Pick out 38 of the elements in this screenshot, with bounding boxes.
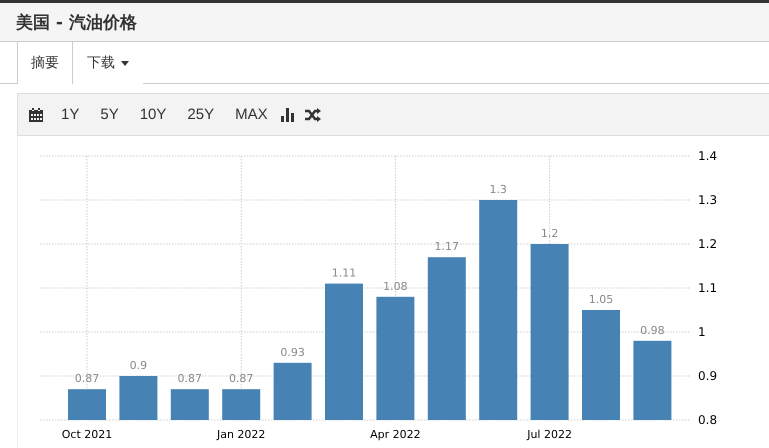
axis-label: 0.9 [698, 369, 718, 383]
value-label: 1.2 [540, 227, 558, 240]
axis-label: 1.1 [698, 281, 718, 295]
value-label: 0.87 [178, 372, 202, 386]
value-label: 1.05 [588, 293, 614, 306]
value-label: 0.87 [228, 372, 254, 386]
axis-label: 1.4 [698, 149, 718, 163]
axis-label: 1.3 [698, 193, 718, 207]
range-button[interactable]: 5Y [92, 102, 127, 127]
value-label: 0.9 [130, 359, 148, 372]
axis-label: Oct 2021 [62, 428, 112, 441]
value-label: 0.93 [280, 346, 305, 359]
value-label: 1.08 [383, 280, 408, 293]
range-button[interactable]: 10Y [132, 102, 174, 127]
value-label: 0.98 [640, 324, 665, 337]
bar [170, 389, 209, 420]
range-button[interactable]: 25Y [179, 102, 222, 127]
bar [119, 376, 158, 420]
bar [68, 389, 106, 420]
axis-label: 1.2 [698, 237, 718, 251]
axis-label: 1 [698, 325, 706, 339]
axis-label: Apr 2022 [370, 428, 421, 441]
bar [274, 362, 312, 420]
axis-label: Jul 2022 [527, 428, 572, 441]
tab[interactable]: 摘要 [17, 42, 73, 84]
axis-label: Jan 2022 [216, 428, 266, 441]
range-button[interactable]: MAX [227, 102, 276, 127]
axis-label: 0.8 [698, 413, 718, 427]
value-label: 0.87 [74, 372, 100, 386]
calendar-icon[interactable] [29, 108, 43, 122]
bar-chart-icon[interactable] [280, 108, 295, 122]
range-button[interactable]: 1Y [53, 102, 88, 127]
bar [222, 389, 260, 420]
value-label: 1.17 [434, 240, 460, 254]
value-label: 1.3 [489, 183, 507, 196]
value-label: 1.11 [332, 266, 356, 280]
shuffle-icon[interactable] [304, 108, 321, 122]
page-title: 美国 - 汽油价格 [16, 12, 137, 34]
